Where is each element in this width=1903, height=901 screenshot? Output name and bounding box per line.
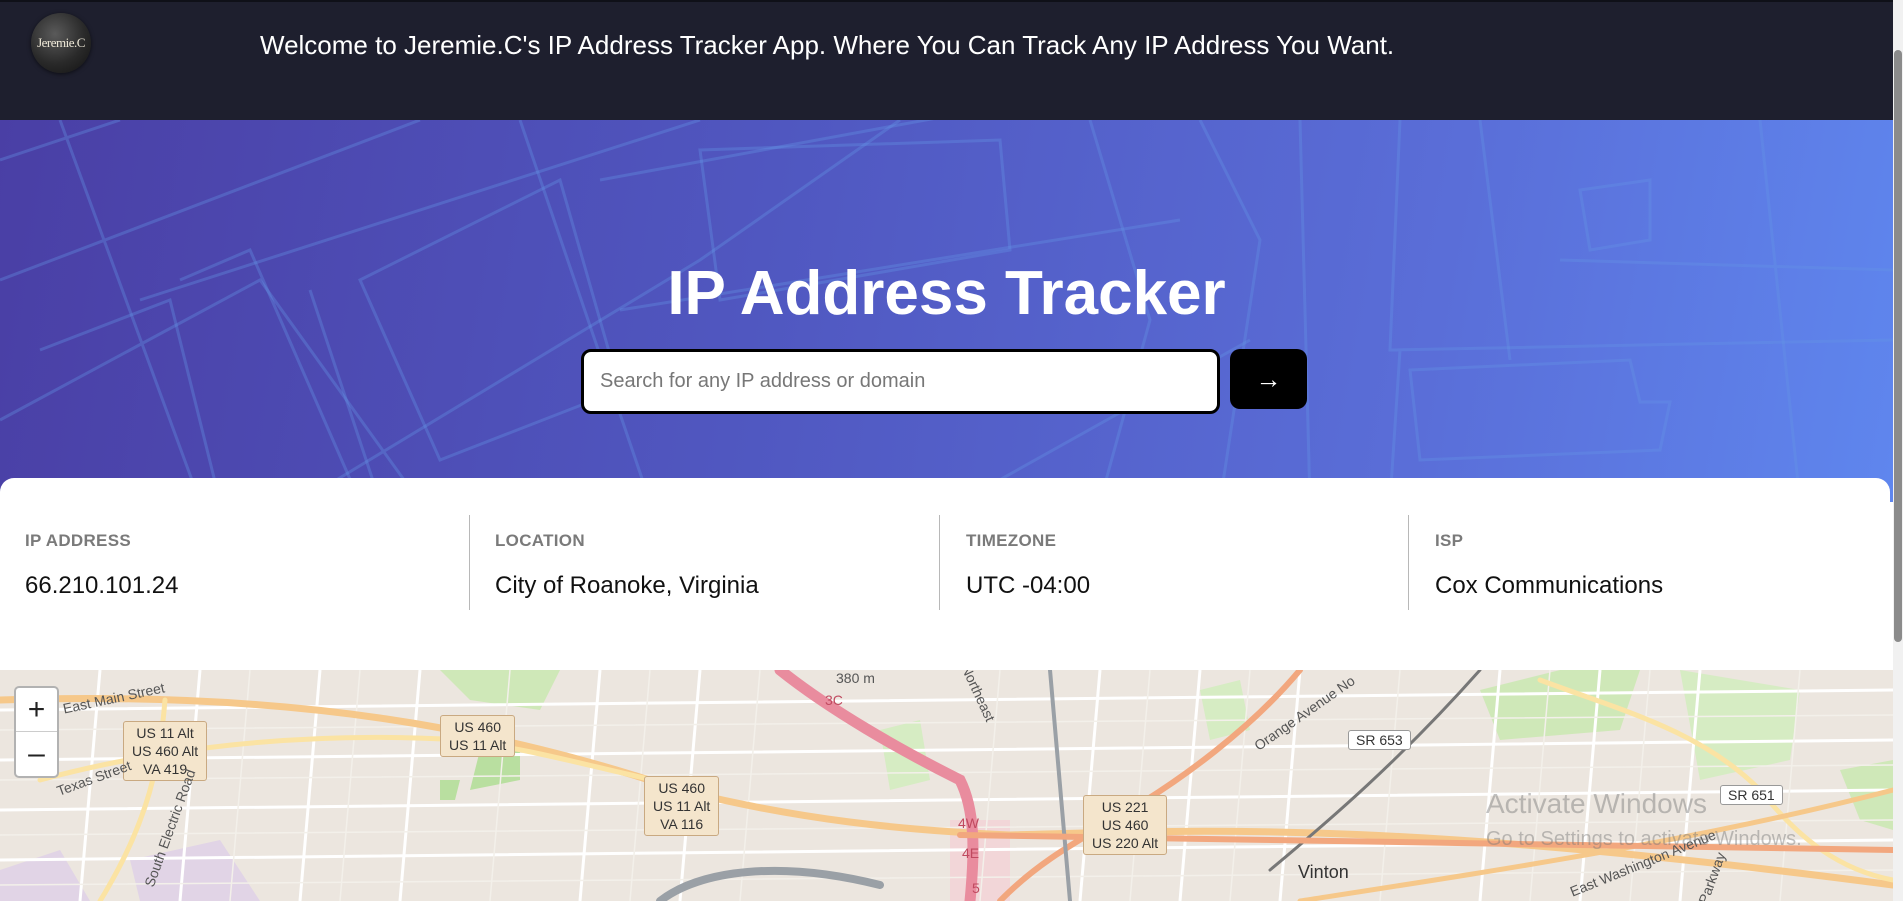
info-value: City of Roanoke, Virginia [495,572,759,599]
info-value: 66.210.101.24 [25,572,179,599]
ip-info-panel: IP ADDRESS 66.210.101.24 LOCATION City o… [0,478,1890,668]
info-label: TIMEZONE [966,531,1057,550]
state-route-shield: SR 653 [1348,730,1411,750]
elevation-label: 380 m [836,670,875,686]
scrollbar-thumb[interactable] [1894,50,1902,642]
info-ip-address: IP ADDRESS 66.210.101.24 [0,516,470,611]
activate-windows-title: Activate Windows [1486,788,1707,819]
exit-label: 4E [962,845,980,861]
activate-windows-subtitle: Go to Settings to activate Windows. [1486,828,1802,850]
zoom-in-button[interactable]: + [16,688,57,732]
info-value: UTC -04:00 [966,572,1091,599]
search-submit-button[interactable]: → [1230,349,1307,409]
hero-section: IP Address Tracker → [0,120,1893,502]
arrow-right-icon: → [1255,363,1282,394]
info-label: IP ADDRESS [25,531,131,550]
map-zoom-control: + – [14,686,59,778]
page-title: IP Address Tracker [667,259,1226,328]
route-shield: US 221 US 460 US 220 Alt [1083,795,1168,855]
route-shield-text: US 460 US 11 Alt VA 116 [653,780,711,832]
info-divider [469,515,470,610]
page-scrollbar[interactable] [1893,0,1903,901]
route-shield-text: US 221 US 460 US 220 Alt [1092,799,1159,851]
map-view[interactable]: US 11 Alt US 460 Alt VA 419 US 460 US 11… [0,670,1893,901]
logo-avatar[interactable]: Jeremie.C [31,13,91,73]
exit-label: 4W [958,815,979,831]
info-timezone: TIMEZONE UTC -04:00 [941,516,1411,611]
info-isp: ISP Cox Communications [1410,516,1880,611]
map-tiles [0,670,1893,901]
top-header: Jeremie.C Welcome to Jeremie.C's IP Addr… [0,0,1893,120]
info-label: ISP [1435,531,1464,550]
page: Jeremie.C Welcome to Jeremie.C's IP Addr… [0,0,1893,901]
logo-text: Jeremie.C [37,35,85,50]
exit-label: 3C [825,692,843,708]
info-location: LOCATION City of Roanoke, Virginia [470,516,940,611]
route-shield: US 460 US 11 Alt VA 116 [644,776,720,836]
route-shield-text: US 460 US 11 Alt [449,719,507,753]
town-label: Vinton [1298,862,1349,882]
state-route-shield: SR 651 [1720,785,1783,805]
exit-label: 5 [972,880,980,896]
info-value: Cox Communications [1435,572,1664,599]
zoom-out-button[interactable]: – [16,732,57,776]
info-label: LOCATION [495,531,585,550]
route-shield: US 460 US 11 Alt [440,715,516,757]
ip-search-input[interactable] [581,349,1220,414]
info-divider [939,515,940,610]
welcome-message: Welcome to Jeremie.C's IP Address Tracke… [260,30,1395,60]
info-divider [1408,515,1409,610]
